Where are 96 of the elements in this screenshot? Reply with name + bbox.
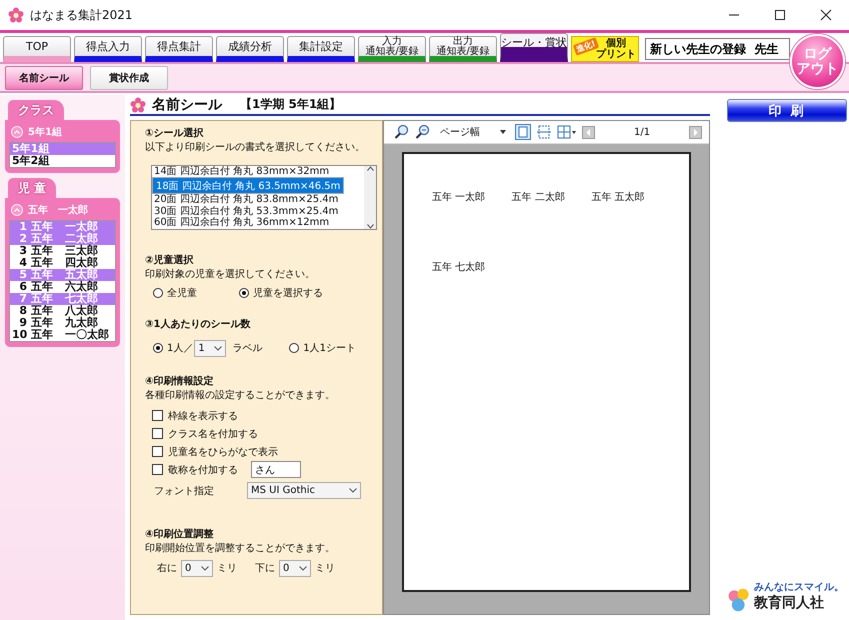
seal-format-option[interactable]: 14面 四辺余白付 角丸 83mm×32mm	[152, 166, 364, 178]
seal-format-option[interactable]: 60面 四辺余白付 角丸 36mm×12mm	[152, 217, 364, 229]
page-width-icon[interactable]	[536, 124, 552, 140]
section-heading: ④印刷位置調整	[145, 528, 214, 542]
logo-name: 教育同人社	[754, 594, 825, 612]
caret-icon	[500, 130, 506, 134]
single-page-icon[interactable]	[515, 124, 531, 140]
chevron-down-icon[interactable]	[366, 224, 374, 229]
unit-label: ミリ	[217, 562, 237, 576]
student-row[interactable]: 9 五年 九太郎	[10, 317, 115, 329]
nav-tab[interactable]: 出力 通知表/要録	[429, 36, 497, 62]
student-scope-radio[interactable]: 児童を選択する	[239, 286, 323, 300]
logo-tagline: みんなにスマイル。	[754, 581, 844, 594]
chevron-down-icon	[299, 566, 307, 571]
student-row[interactable]: 3 五年 三太郎	[10, 245, 115, 257]
count-dropdown[interactable]: 1	[194, 340, 226, 357]
section-description: 印刷開始位置を調整することができます。	[145, 542, 336, 556]
window-title: はなまる集計2021	[30, 6, 134, 24]
nav-tab[interactable]: 入力 通知表/要録	[358, 36, 426, 62]
section-heading: ②児童選択	[145, 254, 194, 268]
sticker-label: 五年 五太郎	[591, 192, 645, 203]
unit-label: ラベル	[232, 342, 262, 356]
flower-icon	[8, 7, 24, 23]
font-label: フォント指定	[154, 484, 215, 498]
smiley-logo-icon	[727, 588, 751, 612]
page-indicator: 1/1	[634, 126, 650, 138]
multi-page-icon[interactable]	[557, 124, 577, 140]
section-heading: ④印刷情報設定	[145, 374, 214, 389]
offset-dropdown[interactable]: 0	[181, 560, 213, 577]
checkbox[interactable]	[152, 410, 163, 422]
student-row[interactable]: 6 五年 六太郎	[10, 281, 115, 293]
seal-format-option[interactable]: 18面 四辺余白付 角丸 63.5mm×46.5m	[152, 177, 344, 194]
font-dropdown[interactable]: MS UI Gothic	[247, 482, 361, 500]
section-heading: ③1人あたりのシール数	[145, 318, 252, 332]
radio-button[interactable]	[239, 288, 249, 298]
nav-tab[interactable]: シール・賞状	[500, 33, 568, 62]
zoom-in-icon[interactable]	[394, 124, 410, 140]
chevron-down-icon	[201, 566, 209, 571]
student-scope-radio[interactable]: 全児童	[153, 286, 197, 300]
section-description: 各種印刷情報の設定することができます。	[145, 388, 336, 403]
offset-dropdown[interactable]: 0	[279, 560, 311, 577]
sticker-label: 五年 二太郎	[512, 192, 565, 203]
chevron-down-icon	[349, 488, 357, 494]
radio-button[interactable]	[153, 343, 163, 354]
collapse-icon[interactable]	[11, 204, 23, 216]
flower-icon	[130, 96, 146, 112]
sub-tab[interactable]: 賞状作成	[90, 66, 168, 90]
student-row[interactable]: 4 五年 四太郎	[10, 257, 115, 269]
page-title: 名前シール	[152, 96, 222, 114]
checkbox[interactable]	[152, 446, 163, 458]
next-page-icon[interactable]	[689, 126, 702, 138]
offset-label: 下に	[255, 562, 275, 576]
seal-format-option[interactable]: 20面 四辺余白付 角丸 83.8mm×25.4m	[152, 194, 364, 206]
nav-tab[interactable]: 得点集計	[145, 36, 213, 62]
class-item[interactable]: 5年2組	[10, 155, 115, 167]
checkbox-label[interactable]: クラス名を付加する	[168, 426, 258, 441]
zoom-out-icon[interactable]	[415, 124, 431, 140]
checkbox[interactable]	[152, 428, 163, 440]
nav-tab[interactable]: 得点入力	[74, 36, 142, 62]
chevron-down-icon	[214, 346, 222, 351]
nav-tab[interactable]: 成績分析	[216, 36, 284, 62]
sticker-label: 五年 一太郎	[432, 192, 486, 203]
honorific-field[interactable]: さん	[251, 461, 301, 478]
section-description: 以下より印刷シールの書式を選択してください。	[145, 141, 366, 155]
seal-count-radio[interactable]: 1人1シート	[289, 341, 356, 356]
checkbox-label[interactable]: 敬称を付加する	[168, 462, 238, 477]
checkbox-label[interactable]: 児童名をひらがなで表示	[168, 444, 278, 459]
collapse-icon[interactable]	[11, 126, 23, 138]
sub-tab[interactable]: 名前シール	[5, 66, 83, 90]
student-row[interactable]: 10 五年 一〇太郎	[10, 329, 115, 341]
sticker-label: 五年 七太郎	[432, 262, 486, 273]
nav-tab[interactable]: 集計設定	[287, 36, 355, 62]
student-row[interactable]: 8 五年 八太郎	[10, 305, 115, 317]
chevron-up-icon[interactable]	[366, 166, 374, 171]
radio-button[interactable]	[153, 288, 163, 298]
offset-label: 右に	[157, 562, 177, 576]
section-heading: ①シール選択	[145, 127, 204, 141]
teacher-field[interactable]: 新しい先生の登録 先生	[645, 38, 790, 60]
zoom-dropdown[interactable]: ページ幅	[436, 125, 510, 139]
seal-format-list[interactable]: 14面 四辺余白付 角丸 83mm×32mm 18面 四辺余白付 角丸 63.5mm×46.5m 20面 四辺余白付 角丸 83.8mm×25.4m 30面 四辺余白付 角丸 53.3mm×25.4m 60面 四辺余白付 角丸 36mm×12mm	[151, 165, 377, 230]
close-icon[interactable]	[820, 9, 832, 21]
unit-label: ミリ	[315, 562, 335, 576]
scrollbar[interactable]	[364, 166, 376, 229]
previous-page-icon[interactable]	[582, 126, 595, 138]
checkbox[interactable]	[152, 464, 163, 476]
radio-button[interactable]	[289, 343, 300, 354]
checkbox-label[interactable]: 枠線を表示する	[168, 408, 238, 423]
term-class-label: 【1学期 5年1組】	[240, 96, 342, 113]
section-description: 印刷対象の児童を選択してください。	[145, 268, 316, 282]
current-selection: 五年 一太郎	[28, 203, 88, 217]
nav-tab[interactable]: TOP	[3, 36, 71, 62]
seal-format-option[interactable]: 30面 四辺余白付 角丸 53.3mm×25.4m	[152, 206, 364, 218]
maximize-icon[interactable]	[774, 9, 786, 21]
print-button[interactable]: 印 刷	[727, 99, 847, 122]
current-selection: 5年1組	[28, 126, 62, 139]
seal-count-radio[interactable]: 1人／	[153, 341, 194, 356]
